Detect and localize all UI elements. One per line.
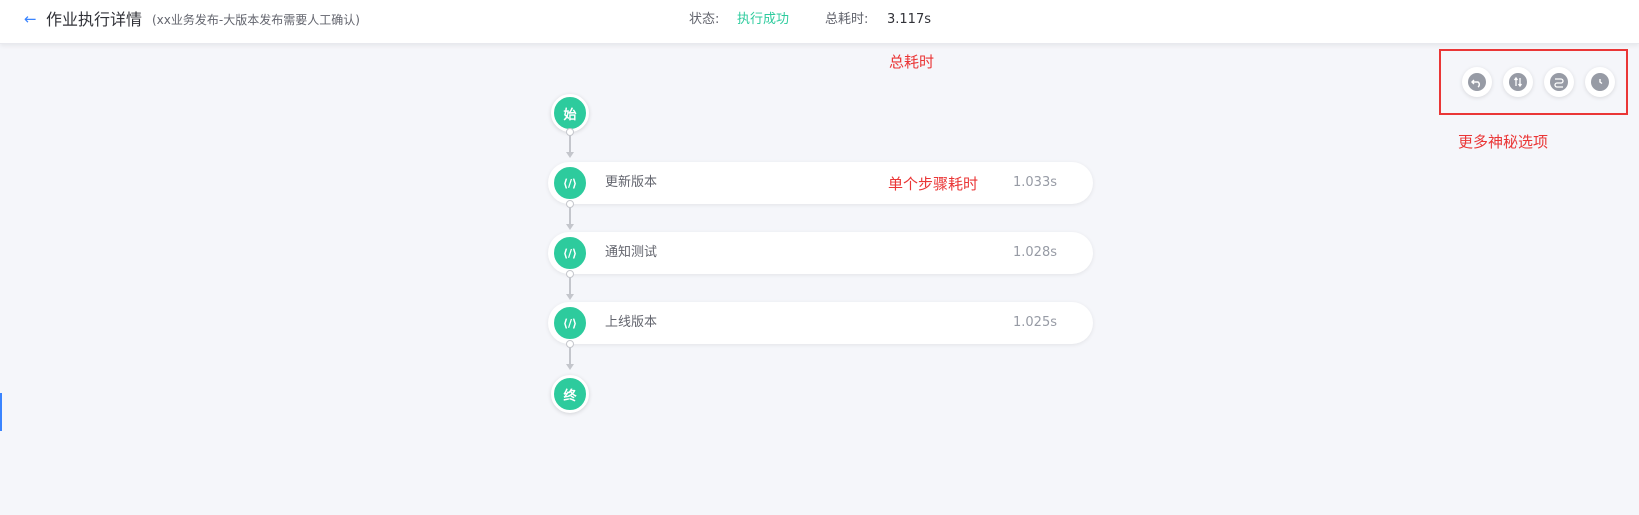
page-subtitle: (xx业务发布-大版本发布需要人工确认) [152, 13, 360, 27]
connector-dot [566, 128, 574, 136]
script-icon: ⟨/⟩ [551, 304, 589, 342]
script-icon: ⟨/⟩ [551, 234, 589, 272]
top-bar: ← 作业执行详情 (xx业务发布-大版本发布需要人工确认) 状态: 执行成功 总… [0, 0, 1639, 44]
total-duration-label: 总耗时: [825, 12, 869, 27]
step-duration: 1.025s [1013, 315, 1057, 330]
history-icon [1591, 73, 1609, 91]
rollback-button[interactable] [1462, 67, 1492, 97]
back-arrow-icon[interactable]: ← [24, 10, 40, 28]
status-value: 执行成功 [737, 12, 790, 27]
flow-start-node: 始 [551, 94, 589, 132]
step-name: 上线版本 [605, 315, 658, 330]
flow-step-card[interactable]: ⟨/⟩ 更新版本 1.033s [548, 162, 1093, 204]
connector-arrow [566, 152, 574, 158]
annotation-step-duration: 单个步骤耗时 [888, 175, 979, 193]
route-button[interactable] [1544, 67, 1574, 97]
view-variables-button[interactable] [1503, 67, 1533, 97]
connector-arrow [566, 364, 574, 370]
step-name: 通知测试 [605, 245, 658, 260]
flow-step-card[interactable]: ⟨/⟩ 通知测试 1.028s [548, 232, 1093, 274]
connector-dot [566, 340, 574, 348]
step-name: 更新版本 [605, 175, 658, 190]
flow-end-node: 终 [551, 375, 589, 413]
status-label: 状态: [689, 12, 720, 27]
window-edge-indicator [0, 393, 2, 431]
more-options-highlight [1439, 49, 1628, 115]
flow-step-card[interactable]: ⟨/⟩ 上线版本 1.025s [548, 302, 1093, 344]
annotation-total-duration: 总耗时 [889, 53, 935, 71]
connector-dot [566, 200, 574, 208]
page-title: 作业执行详情 [46, 10, 143, 29]
annotation-more-options: 更多神秘选项 [1458, 133, 1549, 151]
script-icon: ⟨/⟩ [551, 164, 589, 202]
view-variables-icon [1509, 73, 1527, 91]
step-duration: 1.033s [1013, 175, 1057, 190]
history-button[interactable] [1585, 67, 1615, 97]
total-duration-value: 3.117s [887, 12, 931, 27]
connector-arrow [566, 294, 574, 300]
connector-dot [566, 270, 574, 278]
step-duration: 1.028s [1013, 245, 1057, 260]
route-icon [1550, 73, 1568, 91]
connector-arrow [566, 224, 574, 230]
rollback-icon [1468, 73, 1486, 91]
